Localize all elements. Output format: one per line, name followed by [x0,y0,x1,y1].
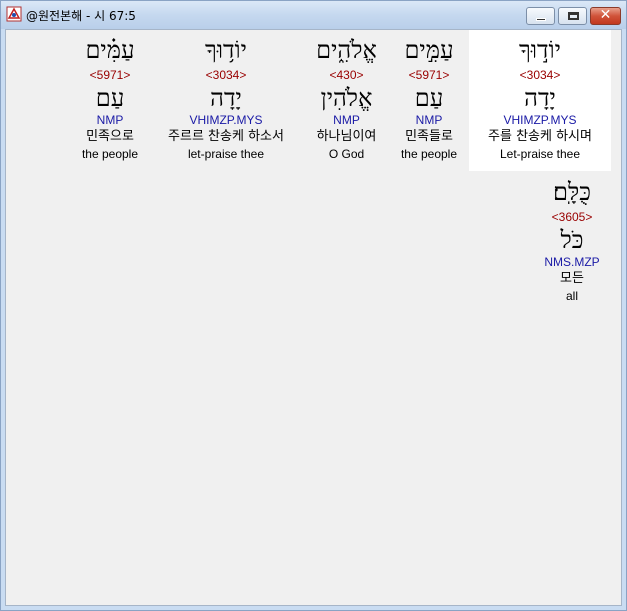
hebrew-word: אֱלֹהִ֑ים [316,36,377,64]
word-cell[interactable]: עַמִּ֗ים <5971> עַם NMP 민족으로 the people [70,30,150,171]
word-cell[interactable]: אֱלֹהִ֑ים <430> אֱלֹהִין NMP 하나님이여 O God [304,30,389,171]
app-logo-icon [6,6,22,22]
word-cell[interactable]: עַמִּ֣ים <5971> עַם NMP 민족들로 the people [389,30,469,171]
strong-number[interactable]: <5971> [389,67,469,83]
lemma: כֹּל [560,226,584,254]
lemma: יָדָה [210,84,242,112]
morphology: VHIMZP.MYS [503,113,577,127]
hebrew-word: עַמִּ֗ים [85,36,135,64]
english-gloss: the people [400,147,458,161]
strong-number[interactable]: <5971> [70,67,150,83]
window-title: @원전본해 - 시 67:5 [26,9,136,23]
lemma: עַם [95,84,125,112]
word-cell[interactable]: יוֹד֥וּךָ <3034> יָדָה VHIMZP.MYS 주르르 찬송… [152,30,300,171]
hebrew-word: יוֹד֥וּךָ [205,36,247,64]
morphology: NMP [96,113,124,127]
app-window: @원전본해 - 시 67:5 ✕ יוֹד֣וּךָ <3034> יָדָה … [0,0,627,611]
lemma: עַם [414,84,444,112]
close-icon: ✕ [599,7,612,23]
hebrew-word: כֻּלָּֽם׃ [553,178,591,206]
strong-number[interactable]: <430> [304,67,389,83]
morphology: NMP [333,113,360,127]
lemma: אֱלֹהִין [320,84,373,112]
korean-gloss: 주르르 찬송케 하소서 [168,129,284,144]
korean-gloss: 모든 [560,271,584,286]
korean-gloss: 하나님이여 [316,129,377,144]
hebrew-word: עַמִּ֣ים [404,36,454,64]
korean-gloss: 민족으로 [86,129,134,144]
english-gloss: the people [81,147,139,161]
morphology: NMS.MZP [544,255,600,269]
morphology: VHIMZP.MYS [189,113,263,127]
word-cell[interactable]: יוֹד֣וּךָ <3034> יָדָה VHIMZP.MYS 주를 찬송케… [469,30,611,171]
close-button[interactable]: ✕ [590,7,621,25]
strong-number[interactable]: <3034> [152,67,300,83]
strong-number[interactable]: <3034> [469,67,611,83]
title-bar[interactable]: @원전본해 - 시 67:5 ✕ [1,1,626,29]
lemma: יָדָה [524,84,556,112]
english-gloss: let-praise thee [187,147,265,161]
korean-gloss: 민족들로 [405,129,453,144]
word-cell[interactable]: כֻּלָּֽם׃ <3605> כֹּל NMS.MZP 모든 all [532,172,612,307]
hebrew-word: יוֹד֣וּךָ [519,36,561,64]
english-gloss: Let-praise thee [499,147,581,161]
english-gloss: all [565,289,578,303]
english-gloss: O God [328,147,365,161]
strong-number[interactable]: <3605> [532,209,612,225]
maximize-button[interactable] [558,7,587,25]
morphology: NMP [415,113,443,127]
korean-gloss: 주를 찬송케 하시며 [488,129,592,144]
interlinear-panel[interactable]: יוֹד֣וּךָ <3034> יָדָה VHIMZP.MYS 주를 찬송케… [5,29,622,606]
minimize-button[interactable] [526,7,555,25]
